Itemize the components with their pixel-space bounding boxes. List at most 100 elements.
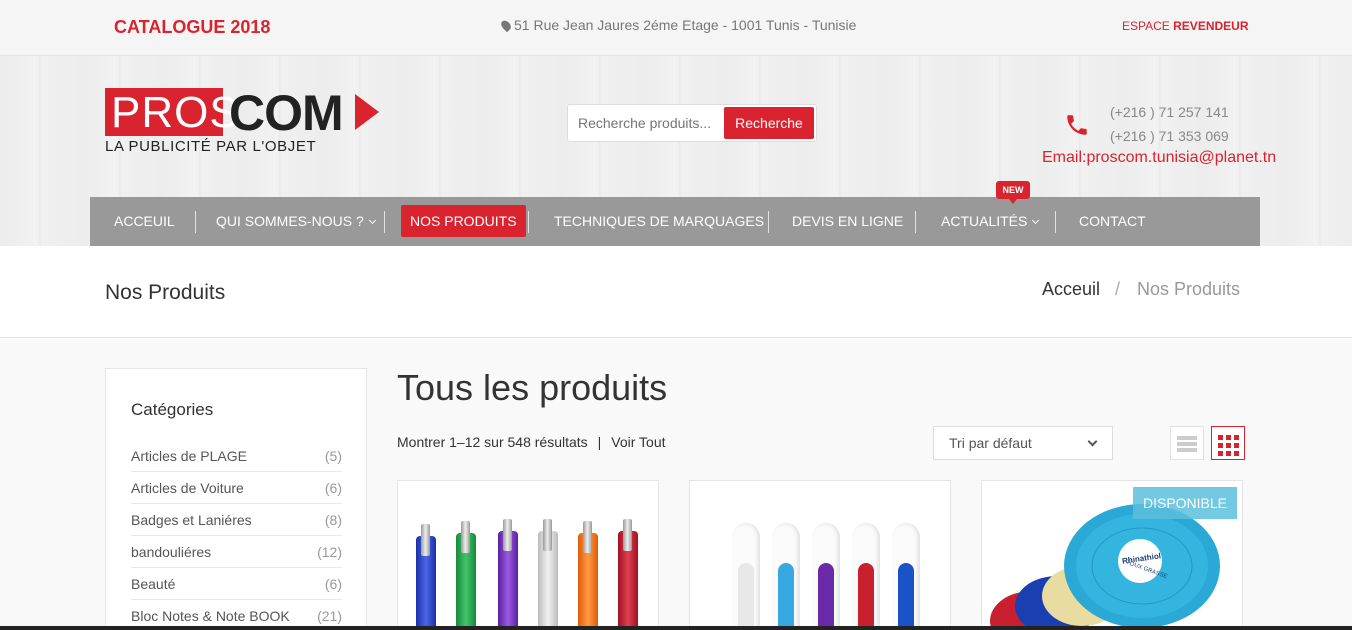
results-info: Montrer 1–12 sur 548 résultats | Voir Tout <box>397 434 666 450</box>
search-button[interactable]: Recherche <box>724 107 814 139</box>
category-count: (21) <box>317 608 342 624</box>
category-count: (5) <box>324 448 342 464</box>
nav-techniques-de-marquages[interactable]: TECHNIQUES DE MARQUAGES <box>554 197 764 246</box>
nav-devis-en-ligne[interactable]: DEVIS EN LIGNE <box>792 197 903 246</box>
nav-label: CONTACT <box>1079 213 1146 229</box>
revendeur-prefix: ESPACE <box>1122 19 1174 33</box>
nav-label: ACCEUIL <box>114 213 175 229</box>
nav-actualites[interactable]: ACTUALITÉS <box>941 197 1040 246</box>
breadcrumb-home[interactable]: Acceuil <box>1042 279 1100 300</box>
revendeur-bold: REVENDEUR <box>1173 19 1249 33</box>
main-nav: ACCEUIL QUI SOMMES-NOUS ? NOS PRODUITS T… <box>90 197 1260 246</box>
grid-view-icon <box>1218 435 1223 440</box>
list-view-icon <box>1177 448 1197 452</box>
nav-label: DEVIS EN LIGNE <box>792 213 904 229</box>
view-all-link[interactable]: Voir Tout <box>611 434 665 450</box>
results-count: Montrer 1–12 sur 548 résultats <box>397 434 588 450</box>
logo-pros: PROS <box>105 88 239 137</box>
categories-sidebar: Catégories Articles de PLAGE (5) Articles… <box>105 368 367 630</box>
category-item[interactable]: Articles de PLAGE (5) <box>131 440 342 472</box>
nav-divider <box>384 211 385 233</box>
email-link[interactable]: Email:proscom.tunisia@planet.tn <box>1042 149 1276 167</box>
product-image <box>498 519 518 630</box>
page-title: Nos Produits <box>105 281 226 304</box>
scrollbar-edge <box>0 626 1352 630</box>
product-image <box>812 523 840 630</box>
product-card[interactable] <box>397 480 659 630</box>
product-image <box>416 524 436 630</box>
grid-view-icon <box>1234 435 1239 440</box>
nav-label: ACTUALITÉS <box>941 213 1028 229</box>
category-name: bandouliéres <box>131 544 212 560</box>
product-image <box>578 521 598 630</box>
product-image <box>732 523 760 630</box>
new-badge: NEW <box>996 181 1030 204</box>
grid-view-button[interactable] <box>1211 426 1245 460</box>
nav-label: NOS PRODUITS <box>410 213 517 229</box>
address: 51 Rue Jean Jaures 2éme Etage - 1001 Tun… <box>499 17 857 33</box>
product-image <box>456 521 476 630</box>
nav-divider <box>768 211 769 233</box>
category-name: Badges et Laniéres <box>131 512 252 528</box>
logo-tagline: LA PUBLICITÉ PAR L'OBJET <box>105 138 317 155</box>
product-image <box>618 519 638 630</box>
nav-divider <box>528 211 529 233</box>
product-image <box>892 523 920 630</box>
nav-qui-sommes-nous[interactable]: QUI SOMMES-NOUS ? <box>216 197 376 246</box>
catalogue-link[interactable]: CATALOGUE 2018 <box>114 17 270 38</box>
espace-revendeur-link[interactable]: ESPACE REVENDEUR <box>1122 19 1249 33</box>
category-name: Articles de PLAGE <box>131 448 247 464</box>
grid-view-icon <box>1218 451 1223 456</box>
list-view-icon <box>1177 442 1197 446</box>
results-separator: | <box>597 434 602 450</box>
grid-view-icon <box>1226 451 1231 456</box>
phone-icon <box>1067 115 1087 135</box>
address-text: 51 Rue Jean Jaures 2éme Etage - 1001 Tun… <box>514 17 857 33</box>
product-image <box>772 523 800 630</box>
nav-label: QUI SOMMES-NOUS ? <box>216 213 364 229</box>
chevron-down-icon <box>368 216 376 225</box>
category-name: Bloc Notes & Note BOOK <box>131 608 290 624</box>
map-pin-icon <box>499 18 513 33</box>
category-count: (12) <box>317 544 342 560</box>
chevron-down-icon <box>1087 436 1098 447</box>
grid-view-icon <box>1234 443 1239 448</box>
products-heading: Tous les produits <box>397 367 668 408</box>
category-item[interactable]: bandouliéres (12) <box>131 536 342 568</box>
category-list: Articles de PLAGE (5) Articles de Voiture… <box>131 440 342 630</box>
nav-nos-produits[interactable]: NOS PRODUITS <box>401 205 526 237</box>
nav-acceuil[interactable]: ACCEUIL <box>114 197 175 246</box>
product-image <box>852 523 880 630</box>
category-item[interactable]: Articles de Voiture (6) <box>131 472 342 504</box>
search-input[interactable] <box>568 105 724 141</box>
phone-number-1: (+216 ) 71 257 141 <box>1110 104 1229 120</box>
breadcrumb-current: Nos Produits <box>1137 279 1241 299</box>
category-count: (8) <box>324 512 342 528</box>
list-view-icon <box>1177 436 1197 440</box>
sort-select[interactable]: Tri par défaut <box>933 426 1113 460</box>
nav-divider <box>195 211 196 233</box>
sort-selected-value: Tri par défaut <box>949 435 1032 451</box>
nav-divider <box>915 211 916 233</box>
search-box: Recherche <box>567 104 817 142</box>
category-count: (6) <box>324 576 342 592</box>
grid-view-icon <box>1234 451 1239 456</box>
top-bar: CATALOGUE 2018 51 Rue Jean Jaures 2éme E… <box>0 0 1352 56</box>
product-image <box>538 519 558 630</box>
nav-contact[interactable]: CONTACT <box>1079 197 1146 246</box>
logo-com: COM <box>229 85 344 141</box>
phone-number-2: (+216 ) 71 353 069 <box>1110 128 1229 144</box>
category-count: (6) <box>324 480 342 496</box>
category-name: Articles de Voiture <box>131 480 244 496</box>
product-card[interactable] <box>689 480 951 630</box>
nav-divider <box>1055 211 1056 233</box>
availability-badge: DISPONIBLE <box>1133 487 1237 519</box>
chevron-down-icon <box>1032 216 1040 225</box>
grid-view-icon <box>1226 435 1231 440</box>
logo[interactable]: PROS COM LA PUBLICITÉ PAR L'OBJET <box>105 88 385 158</box>
logo-arrow-icon <box>355 94 379 130</box>
category-item[interactable]: Badges et Laniéres (8) <box>131 504 342 536</box>
list-view-button[interactable] <box>1170 426 1204 460</box>
category-item[interactable]: Beauté (6) <box>131 568 342 600</box>
breadcrumb-separator: / <box>1115 279 1121 299</box>
